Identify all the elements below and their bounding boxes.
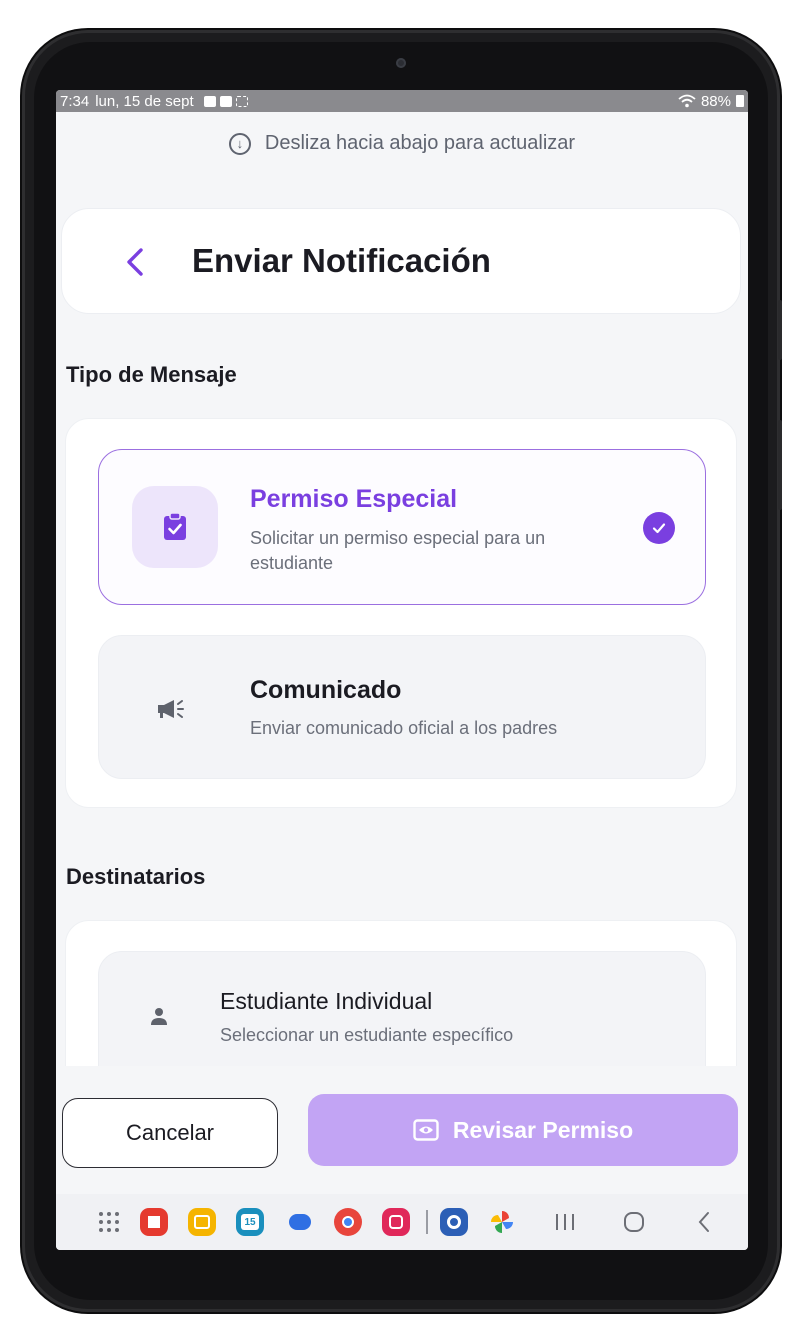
- arrow-down-circle-icon: ↓: [228, 132, 251, 155]
- option-title: Comunicado: [250, 676, 402, 704]
- recipients-heading: Destinatarios: [66, 864, 206, 889]
- volume-button: [778, 300, 782, 360]
- photos-icon[interactable]: [488, 1208, 516, 1236]
- check-circle-icon: [643, 512, 675, 544]
- option-description: Seleccionar un estudiante específico: [220, 1025, 514, 1045]
- review-permission-button[interactable]: Revisar Permiso: [308, 1094, 738, 1166]
- megaphone-icon: [158, 700, 184, 718]
- cancel-button[interactable]: Cancelar: [62, 1098, 278, 1168]
- message-type-panel: Permiso Especial Solicitar un permiso es…: [65, 418, 737, 808]
- option-description: Enviar comunicado oficial a los padres: [250, 718, 558, 738]
- option-icon-container: [132, 486, 218, 568]
- status-date: lun, 15 de sept: [95, 92, 194, 110]
- clipboard-check-icon: [164, 512, 186, 540]
- option-icon-container: [129, 668, 215, 750]
- battery-icon: [736, 95, 744, 107]
- app-drawer-icon[interactable]: [96, 1209, 122, 1235]
- screen-recorder-icon[interactable]: [382, 1208, 410, 1236]
- checkbox-notification-icon: [219, 95, 232, 107]
- status-time: 7:34: [60, 92, 90, 110]
- option-title: Estudiante Individual: [220, 988, 433, 1014]
- action-footer: Cancelar Revisar Permiso: [56, 1066, 748, 1196]
- refresh-hint-text: Desliza hacia abajo para actualizar: [264, 132, 576, 154]
- settings-icon[interactable]: [440, 1208, 468, 1236]
- refresh-hint: ↓ Desliza hacia abajo para actualizar: [56, 132, 748, 155]
- battery-level: 88%: [700, 92, 731, 110]
- screenshot-notification-icon: [235, 95, 248, 107]
- option-description: Solicitar un permiso especial para un es…: [250, 528, 546, 573]
- page-title: Enviar Notificación: [192, 242, 491, 279]
- message-type-heading: Tipo de Mensaje: [66, 362, 237, 387]
- flipboard-icon[interactable]: [140, 1208, 168, 1236]
- gallery-notification-icon: [203, 95, 216, 107]
- calendar-icon[interactable]: 15: [236, 1208, 264, 1236]
- messages-icon[interactable]: [286, 1208, 314, 1236]
- notes-icon[interactable]: [188, 1208, 216, 1236]
- person-icon: [151, 1008, 167, 1025]
- system-nav-bar: 15: [56, 1194, 748, 1250]
- front-camera: [396, 58, 406, 68]
- home-icon[interactable]: [623, 1211, 645, 1233]
- option-permiso-especial[interactable]: Permiso Especial Solicitar un permiso es…: [98, 449, 706, 605]
- option-comunicado[interactable]: Comunicado Enviar comunicado oficial a l…: [98, 635, 706, 779]
- option-icon-container: [117, 976, 201, 1056]
- back-arrow-icon[interactable]: [120, 245, 150, 279]
- chrome-icon[interactable]: [334, 1208, 362, 1236]
- nav-back-icon[interactable]: [696, 1211, 712, 1233]
- preview-eye-icon: [413, 1119, 439, 1141]
- power-button: [778, 420, 782, 510]
- header-card: Enviar Notificación: [61, 208, 741, 314]
- app-screen: 7:34 lun, 15 de sept 88% ↓ Desliza hacia…: [56, 90, 748, 1250]
- wifi-icon: [678, 94, 696, 108]
- recents-icon[interactable]: [554, 1212, 576, 1232]
- nav-divider: [426, 1210, 428, 1234]
- review-button-label: Revisar Permiso: [452, 1116, 634, 1143]
- option-title: Permiso Especial: [250, 485, 458, 513]
- status-bar: 7:34 lun, 15 de sept 88%: [56, 90, 748, 112]
